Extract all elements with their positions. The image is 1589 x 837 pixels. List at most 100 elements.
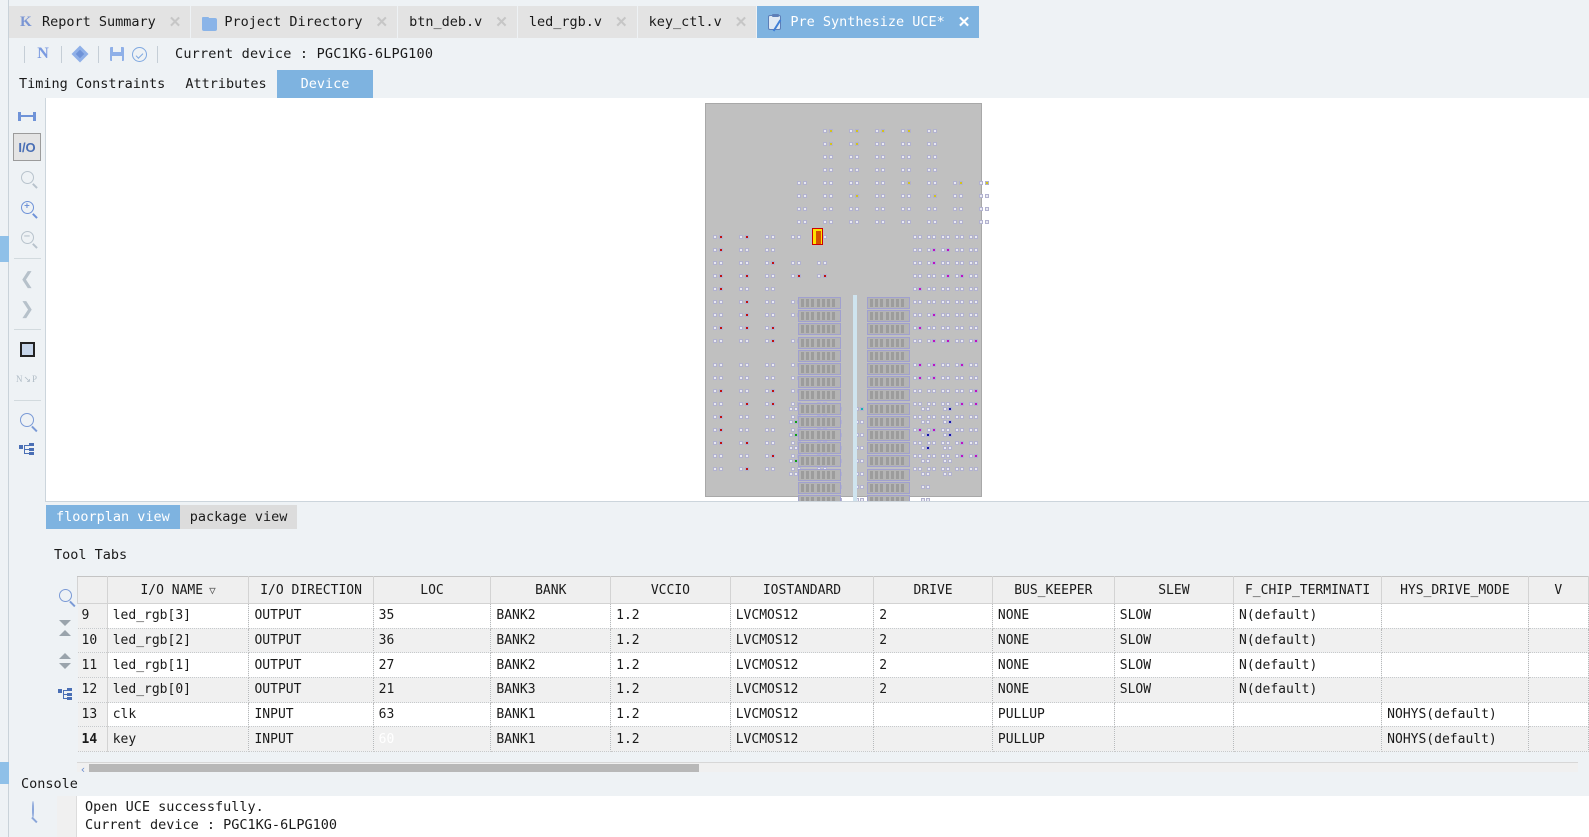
collapsed-left-panel[interactable]	[0, 0, 9, 837]
view-tab-floorplan[interactable]: floorplan view	[46, 505, 180, 529]
cell-bus_keeper[interactable]: NONE	[992, 603, 1115, 629]
cell-bank[interactable]: BANK2	[490, 652, 612, 679]
cell-io_name[interactable]: key	[107, 726, 250, 753]
cell-vccio[interactable]: 1.2	[610, 603, 731, 629]
cell-hys_drive_mode[interactable]	[1381, 652, 1529, 679]
zoom-region-icon[interactable]	[13, 163, 41, 191]
cell-bus_keeper[interactable]: PULLUP	[992, 702, 1115, 728]
cell-bus_keeper[interactable]: NONE	[992, 677, 1115, 703]
cell-slew[interactable]: SLOW	[1114, 652, 1235, 679]
cell-slew[interactable]	[1114, 726, 1235, 753]
column-header-io_direction[interactable]: I/O DIRECTION	[248, 576, 374, 604]
cell-drive[interactable]	[873, 702, 993, 728]
diamond-icon[interactable]	[69, 43, 91, 65]
cell-off_chip_termination[interactable]	[1233, 726, 1383, 753]
cell-slew[interactable]: SLOW	[1114, 677, 1235, 703]
cell-hys_drive_mode[interactable]	[1381, 603, 1529, 629]
cell-vccio[interactable]: 1.2	[610, 628, 731, 654]
cell-vccio[interactable]: 1.2	[610, 726, 731, 753]
close-icon[interactable]: ✕	[495, 15, 508, 30]
cell-loc[interactable]: 35	[373, 603, 492, 629]
collapse-all-icon[interactable]	[52, 615, 78, 641]
cell-off_chip_termination[interactable]	[1233, 702, 1383, 728]
column-header-hys_drive_mode[interactable]: HYS_DRIVE_MODE	[1381, 576, 1529, 604]
column-header-drive[interactable]: DRIVE	[873, 576, 993, 604]
cell-drive[interactable]: 2	[873, 652, 993, 679]
cell-vccio[interactable]: 1.2	[610, 652, 731, 679]
table-row[interactable]: 11 led_rgb[1] OUTPUT 27 BANK2 1.2 LVCMOS12 2 NON…	[77, 652, 1589, 679]
io-view-icon[interactable]: I/O	[13, 133, 41, 161]
table-row[interactable]: 9 led_rgb[3] OUTPUT 35 BANK2 1.2 LVCMOS12 2 NONE…	[77, 603, 1589, 629]
close-icon[interactable]: ✕	[615, 15, 628, 30]
nets-icon[interactable]: N	[32, 43, 54, 65]
cell-bank[interactable]: BANK1	[490, 702, 612, 728]
editor-tab-0[interactable]: K Report Summary ✕	[9, 6, 191, 38]
previous-icon[interactable]: ❮	[13, 264, 41, 292]
close-icon[interactable]: ✕	[735, 15, 748, 30]
hierarchy-icon[interactable]	[52, 681, 78, 707]
cell-iostandard[interactable]: LVCMOS12	[730, 652, 875, 679]
cell-iostandard[interactable]: LVCMOS12	[730, 603, 875, 629]
cell-idx[interactable]: 14	[77, 726, 108, 753]
fit-to-window-icon[interactable]	[13, 103, 41, 131]
fpga-die-diagram[interactable]	[705, 103, 989, 501]
column-header-slew[interactable]: SLEW	[1113, 576, 1235, 604]
close-icon[interactable]: ✕	[169, 15, 182, 30]
cell-iostandard[interactable]: LVCMOS12	[730, 628, 875, 654]
column-header-idx[interactable]	[77, 576, 108, 604]
cell-vccio[interactable]: 1.2	[610, 702, 731, 728]
net-path-icon[interactable]: N↘P	[13, 365, 41, 393]
io-constraints-table[interactable]: I/O NAME ▽ I/O DIRECTION LOC BANK VCCIO IOSTAN…	[77, 576, 1589, 753]
cell-hys_drive_mode[interactable]	[1381, 628, 1529, 654]
table-row[interactable]: 14 key INPUT 60 BANK1 1.2 LVCMOS12 PULLUP NOHYS(…	[77, 726, 1589, 753]
column-header-vccio[interactable]: VCCIO	[610, 576, 731, 604]
cell-vref[interactable]	[1528, 652, 1589, 679]
save-icon[interactable]	[106, 43, 128, 65]
cell-bus_keeper[interactable]: NONE	[992, 628, 1115, 654]
cell-io_direction[interactable]: INPUT	[248, 726, 374, 753]
cell-io_direction[interactable]: INPUT	[248, 702, 374, 728]
cell-off_chip_termination[interactable]: N(default)	[1233, 628, 1383, 654]
check-circle-icon[interactable]	[128, 43, 150, 65]
cell-io_direction[interactable]: OUTPUT	[248, 628, 374, 654]
column-header-loc[interactable]: LOC	[372, 576, 492, 604]
select-box-icon[interactable]	[13, 335, 41, 363]
cell-iostandard[interactable]: LVCMOS12	[730, 677, 875, 703]
cell-bank[interactable]: BANK3	[490, 677, 612, 703]
column-header-iostandard[interactable]: IOSTANDARD	[729, 576, 875, 604]
cell-loc[interactable]: 36	[373, 628, 492, 654]
cell-vref[interactable]	[1528, 628, 1589, 654]
cell-slew[interactable]: SLOW	[1114, 603, 1235, 629]
zoom-out-icon[interactable]: –	[13, 223, 41, 251]
cell-vccio[interactable]: 1.2	[610, 677, 731, 703]
cell-hys_drive_mode[interactable]: NOHYS(default)	[1381, 726, 1529, 753]
cell-io_name[interactable]: led_rgb[3]	[107, 603, 250, 629]
cell-io_direction[interactable]: OUTPUT	[248, 603, 374, 629]
column-header-off_chip_termination[interactable]: F_CHIP_TERMINATI	[1233, 576, 1383, 604]
column-header-bank[interactable]: BANK	[490, 576, 612, 604]
cell-hys_drive_mode[interactable]	[1381, 677, 1529, 703]
cell-io_name[interactable]: clk	[107, 702, 250, 728]
device-subtab-timing-constraints[interactable]: Timing Constraints	[9, 70, 176, 98]
cell-io_name[interactable]: led_rgb[2]	[107, 628, 250, 654]
selected-pin-highlight[interactable]	[812, 228, 823, 245]
cell-idx[interactable]: 9	[77, 603, 108, 629]
cell-vref[interactable]	[1528, 726, 1589, 753]
cell-off_chip_termination[interactable]: N(default)	[1233, 603, 1383, 629]
cell-slew[interactable]	[1114, 702, 1235, 728]
cell-drive[interactable]	[873, 726, 993, 753]
cell-off_chip_termination[interactable]: N(default)	[1233, 677, 1383, 703]
cell-idx[interactable]: 10	[77, 628, 108, 654]
search-icon[interactable]	[52, 582, 78, 608]
console-output[interactable]: Open UCE successfully. Current device : P…	[77, 796, 1589, 837]
cell-vref[interactable]	[1528, 702, 1589, 728]
editor-tab-5[interactable]: Pre Synthesize UCE* ✕	[757, 6, 980, 38]
close-icon[interactable]: ✕	[376, 15, 389, 30]
cell-iostandard[interactable]: LVCMOS12	[730, 726, 875, 753]
cell-drive[interactable]: 2	[873, 603, 993, 629]
cell-idx[interactable]: 13	[77, 702, 108, 728]
cell-bank[interactable]: BANK1	[490, 726, 612, 753]
cell-bank[interactable]: BANK2	[490, 603, 612, 629]
device-subtab-attributes[interactable]: Attributes	[175, 70, 277, 98]
cell-bus_keeper[interactable]: PULLUP	[992, 726, 1115, 753]
